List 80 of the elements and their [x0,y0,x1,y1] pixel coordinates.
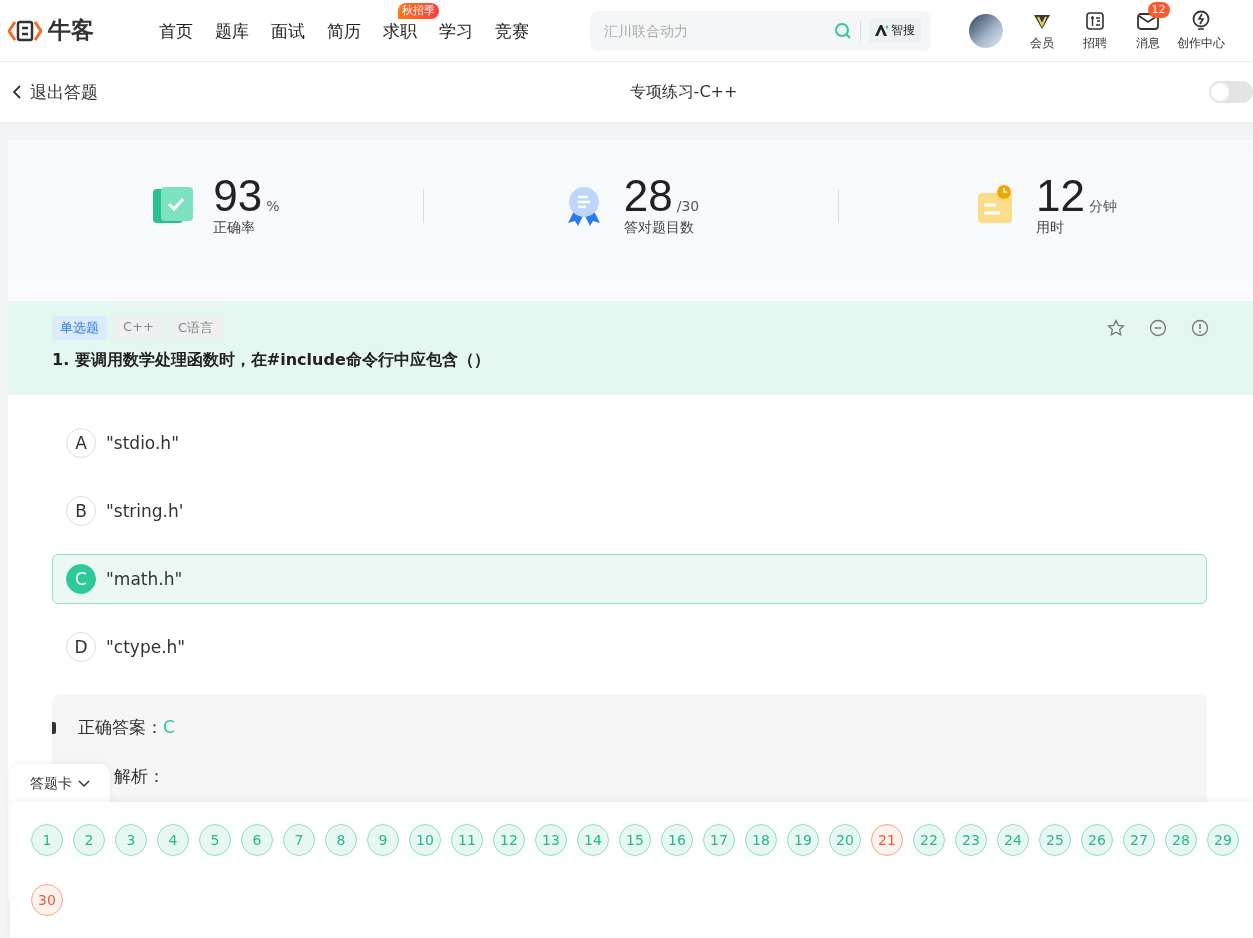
logo-text[interactable]: 牛客 [48,15,94,46]
question-number[interactable]: 5 [199,824,231,856]
question-number[interactable]: 23 [955,824,987,856]
question-number[interactable]: 15 [619,824,651,856]
job-icon[interactable] [1084,10,1105,31]
tool-label[interactable]: 招聘 [1082,34,1107,52]
minus-circle-icon[interactable] [1149,319,1167,337]
answer-option[interactable]: B "string.h' [52,486,1207,536]
question-tag: C++ [115,316,162,340]
star-icon[interactable] [1107,319,1125,337]
ai-search-button[interactable]: 智搜 [869,18,921,43]
avatar[interactable] [969,13,1003,48]
search-field[interactable]: 汇川联合动力 智搜 [590,10,931,51]
question-number[interactable]: 28 [1165,824,1197,856]
nav-link[interactable]: 竞赛 [495,18,529,43]
tool-label[interactable]: 创作中心 [1176,34,1225,52]
nav-link[interactable]: 面试 [271,18,305,43]
answer-card-tab[interactable]: 答题卡 [10,764,110,804]
question-number[interactable]: 30 [31,884,63,916]
question-number[interactable]: 2 [73,824,105,856]
mail-icon[interactable] [1136,11,1159,30]
question-number[interactable]: 25 [1039,824,1071,856]
tool-label[interactable]: 消息 [1135,34,1160,52]
question-number[interactable]: 9 [367,824,399,856]
stat-unit: /30 [676,198,700,214]
stat-label: 用时 [1036,219,1065,237]
toggle-switch[interactable] [1209,81,1253,103]
page-title: 专项练习-C++ [629,81,738,103]
stat-label: 答对题目数 [623,219,695,237]
question-tag: 单选题 [52,316,107,340]
question-number[interactable]: 20 [829,824,861,856]
back-button[interactable]: 退出答题 [12,80,98,104]
question-number[interactable]: 10 [409,824,441,856]
nav-link[interactable]: 学习 [439,18,473,43]
chevron-left-icon [12,84,22,100]
nav-badge: 秋招季 [398,2,439,19]
question-number[interactable]: 22 [913,824,945,856]
correct-answer: C [163,717,175,737]
question-number[interactable]: 27 [1123,824,1155,856]
stat-value: 12 [1036,173,1085,219]
nav-link[interactable]: 求职 [383,18,417,43]
question-text: 1. 要调用数学处理函数时，在#include命令行中应包含（） [52,350,491,371]
question-number[interactable]: 7 [283,824,315,856]
question-number[interactable]: 4 [157,824,189,856]
ai-icon [875,25,888,36]
stat-value: 28 [623,173,673,219]
stat-unit: % [266,198,280,214]
analysis-label: 解析： [114,765,165,788]
question-number[interactable]: 14 [577,824,609,856]
question-number[interactable]: 12 [493,824,525,856]
question-number[interactable]: 21 [871,824,903,856]
question-number[interactable]: 6 [241,824,273,856]
question-number[interactable]: 3 [115,824,147,856]
question-number[interactable]: 26 [1081,824,1113,856]
nav-link[interactable]: 简历 [327,18,361,43]
tool-label[interactable]: 会员 [1029,34,1054,52]
question-number[interactable]: 16 [661,824,693,856]
stat-value: 93 [213,173,263,219]
question-tag: C语言 [169,316,221,340]
lightbulb-icon[interactable] [1190,9,1211,32]
question-number[interactable]: 1 [31,824,63,856]
nav-link[interactable]: 首页 [159,18,193,43]
report-icon[interactable] [1191,319,1209,337]
answer-label: 正确答案： [78,717,163,737]
question-number[interactable]: 8 [325,824,357,856]
answer-option[interactable]: A "stdio.h" [52,418,1207,468]
question-number[interactable]: 13 [535,824,567,856]
answer-option[interactable]: C "math.h" [52,554,1207,604]
question-number[interactable]: 17 [703,824,735,856]
stat-label: 正确率 [213,219,257,237]
message-count-badge: 12 [1147,1,1170,18]
question-number[interactable]: 24 [997,824,1029,856]
question-number[interactable]: 19 [787,824,819,856]
question-number[interactable]: 29 [1207,824,1239,856]
answer-option[interactable]: D "ctype.h" [52,622,1207,672]
stat-unit: 分钟 [1088,198,1117,216]
nav-link[interactable]: 题库 [215,18,249,43]
chevron-down-icon [78,780,90,788]
question-number[interactable]: 18 [745,824,777,856]
question-number[interactable]: 11 [451,824,483,856]
